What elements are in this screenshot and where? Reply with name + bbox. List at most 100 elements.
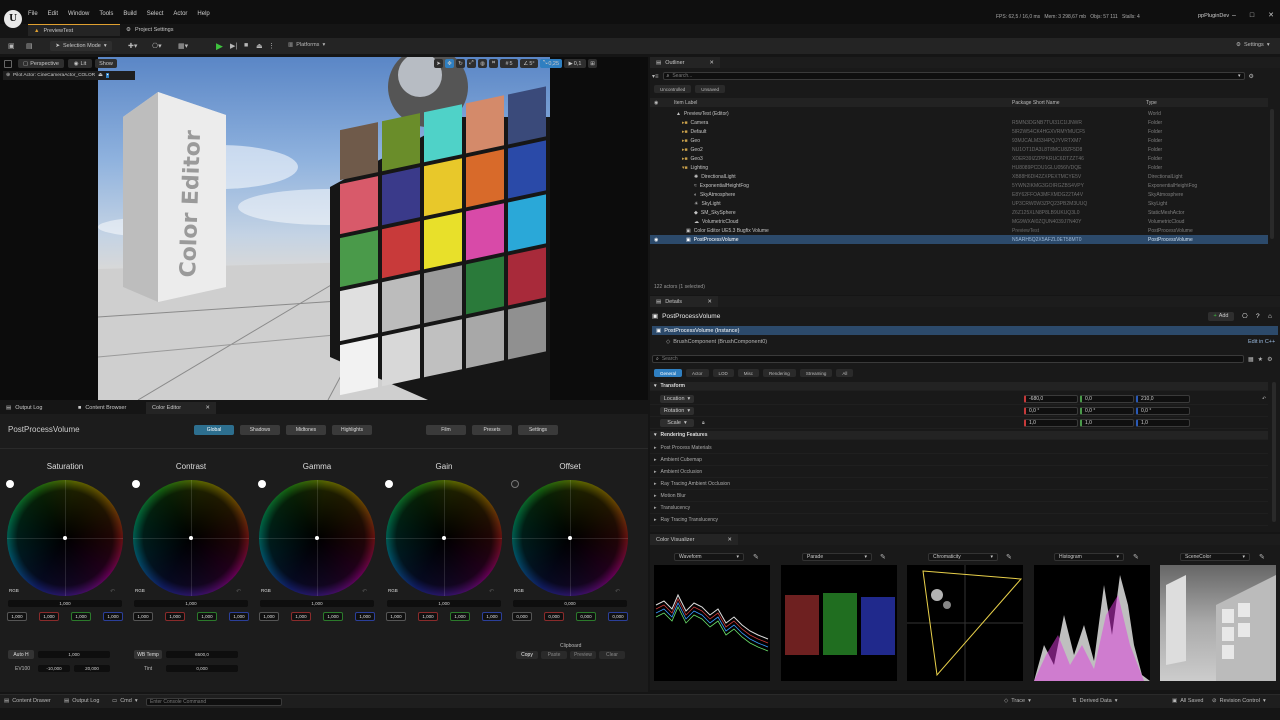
color-wheel[interactable]	[7, 480, 123, 596]
master-slider[interactable]: 1,000	[260, 600, 374, 607]
menu-file[interactable]: File	[28, 11, 38, 17]
outliner-search-input[interactable]: ⌕ Search... ▾	[662, 72, 1245, 80]
location-z[interactable]: 210,0	[1136, 394, 1190, 403]
move-tool-icon[interactable]: ✥	[445, 59, 454, 68]
channel-red[interactable]: 1,000	[39, 612, 59, 621]
show-button[interactable]: Show	[95, 59, 117, 68]
viewport[interactable]: Color Editor ▢ Perspective ◉ Lit Show ⊕ …	[0, 57, 648, 400]
filter-rendering[interactable]: Rendering	[763, 369, 796, 377]
color-wheel[interactable]	[512, 480, 628, 596]
wheel-toggle[interactable]	[511, 480, 519, 488]
tree-row-actor[interactable]: ≈ ExponentialHeightFog 5YWN2IKMG3GOIRGZBS4…	[650, 181, 1268, 190]
cmd-dropdown[interactable]: ▭ Cmd ▾	[112, 698, 138, 704]
scale-tool-icon[interactable]: ⤢	[467, 59, 476, 68]
presets-button[interactable]: Presets	[472, 425, 512, 435]
select-tool-icon[interactable]: ➤	[434, 59, 443, 68]
tree-row-actor[interactable]: ▣ Color Editor UE5.3 Bugfix Volume Preview…	[650, 226, 1268, 235]
camera-icon[interactable]: ▪	[105, 73, 110, 78]
visibility-icon[interactable]: ◉	[654, 100, 658, 106]
blueprint-icon[interactable]: ⎔▾	[152, 42, 162, 50]
minimize-icon[interactable]: –	[1232, 12, 1236, 19]
filter-general[interactable]: General	[654, 369, 683, 377]
wheel-toggle[interactable]	[132, 480, 140, 488]
filter-icon[interactable]: ▾≡	[652, 73, 659, 80]
scope-dropdown-waveform[interactable]: Waveform ▾	[674, 553, 744, 561]
outliner-scrollbar[interactable]	[1270, 109, 1274, 239]
filter-lod[interactable]: LOD	[712, 369, 734, 377]
rendering-features-header[interactable]: ▾ Rendering Features	[650, 431, 1268, 440]
tree-row-folder[interactable]: ▾■ Lighting HU8089PCDU1GLU056IVDQE Folder	[650, 163, 1268, 172]
wheel-handle[interactable]	[63, 536, 67, 540]
location-x[interactable]: -680,0	[1024, 394, 1078, 403]
wheel-handle[interactable]	[315, 536, 319, 540]
rotation-y[interactable]: 0,0 °	[1080, 406, 1134, 415]
menu-help[interactable]: Help	[197, 11, 209, 17]
tab-content-browser[interactable]: ■ Content Browser	[72, 402, 146, 414]
details-scrollbar[interactable]	[1272, 382, 1276, 522]
lit-button[interactable]: ◉ Lit	[68, 59, 92, 68]
col-type[interactable]: Type	[1146, 100, 1157, 106]
reset-icon[interactable]: ↶	[615, 588, 620, 595]
rotation-dropdown[interactable]: Rotation ▾	[660, 406, 694, 415]
eyedropper-icon[interactable]: ✎	[880, 553, 886, 561]
tree-row-selected[interactable]: ◉ ▣ PostProcessVolume N5ARH5Q2X5AFZL0ET58MT…	[650, 235, 1268, 244]
channel-red[interactable]: 1,000	[418, 612, 438, 621]
reset-icon[interactable]: ↶	[489, 588, 494, 595]
play-icon[interactable]: ▶	[216, 41, 223, 52]
color-wheel[interactable]	[259, 480, 375, 596]
skip-icon[interactable]: ▶|	[230, 42, 237, 50]
channel-blue[interactable]: 0,000	[608, 612, 628, 621]
maximize-icon[interactable]: □	[1250, 12, 1254, 19]
settings-icon[interactable]: ⚙	[1267, 356, 1272, 363]
channel-blue[interactable]: 1,000	[355, 612, 375, 621]
tree-row-folder[interactable]: ▸■ Geo3 XDER39IZZPPKRUC6DTZZT46 Folder	[650, 154, 1268, 163]
tree-row-actor[interactable]: ◆ SM_SkySphere Z6Z125XLN8P8LB9UKUQ3L0 Stati…	[650, 208, 1268, 217]
master-slider[interactable]: 1,000	[134, 600, 248, 607]
channel-master[interactable]: 1,000	[133, 612, 153, 621]
location-dropdown[interactable]: Location ▾	[660, 394, 694, 403]
menu-build[interactable]: Build	[123, 11, 136, 17]
tree-row-folder[interactable]: ▸■ Camera R5MN3DGNB7TUI31C1IJNWR Folder	[650, 118, 1268, 127]
reset-icon[interactable]: ↶	[110, 588, 115, 595]
scope-dropdown-parade[interactable]: Parade ▾	[802, 553, 872, 561]
lock-icon[interactable]: 🔒︎	[702, 420, 705, 426]
add-component-button[interactable]: + Add	[1208, 311, 1234, 321]
channel-master[interactable]: 1,000	[7, 612, 27, 621]
sequencer-icon[interactable]: ▦▾	[178, 42, 188, 50]
auto-h-slider[interactable]: 1,000	[38, 651, 110, 658]
scale-x[interactable]: 1,0	[1024, 418, 1078, 427]
col-item-label[interactable]: Item Label	[674, 100, 697, 106]
edit-cpp-link[interactable]: Edit in C++	[1248, 339, 1275, 345]
clear-button[interactable]: Clear	[599, 651, 625, 659]
tree-row-actor[interactable]: ☀ SkyLight UP3CRW0W3ZPQ23PB2M3UUQ SkyLight	[650, 199, 1268, 208]
unreal-logo-icon[interactable]: U	[4, 10, 22, 28]
content-icon[interactable]: ▤	[26, 42, 33, 50]
channel-master[interactable]: 1,000	[259, 612, 279, 621]
tab-project-settings[interactable]: ⚙ Project Settings	[120, 24, 216, 36]
rotate-tool-icon[interactable]: ↻	[456, 59, 465, 68]
color-wheel[interactable]	[133, 480, 249, 596]
derived-data-button[interactable]: ⇅ Derived Data ▾	[1072, 698, 1117, 704]
group-shadows[interactable]: Shadows	[240, 425, 280, 435]
copy-button[interactable]: Copy	[516, 651, 538, 659]
scale-snap-button[interactable]: ⤡ 0,25	[540, 59, 562, 68]
channel-green[interactable]: 1,000	[450, 612, 470, 621]
channel-green[interactable]: 1,000	[323, 612, 343, 621]
scope-dropdown-histogram[interactable]: Histogram ▾	[1054, 553, 1124, 561]
close-icon[interactable]: ✕	[727, 537, 732, 543]
feature-row[interactable]: ▸ Ambient Cubemap	[650, 454, 1268, 466]
tab-level[interactable]: ▲ PreviewTest	[28, 24, 120, 36]
feature-row[interactable]: ▸ Motion Blur	[650, 490, 1268, 502]
auto-h-button[interactable]: Auto H	[8, 650, 34, 659]
feature-row[interactable]: ▸ Ray Tracing Ambient Occlusion	[650, 478, 1268, 490]
surface-snap-icon[interactable]: ⌗	[489, 59, 498, 68]
viewport-menu-icon[interactable]	[4, 60, 12, 68]
scale-y[interactable]: 1,0	[1080, 418, 1134, 427]
platforms-button[interactable]: ▥ Platforms ▾	[288, 42, 325, 48]
filter-actor[interactable]: Actor	[686, 369, 709, 377]
close-icon[interactable]: ✕	[1268, 11, 1274, 19]
wheel-handle[interactable]	[189, 536, 193, 540]
channel-master[interactable]: 0,000	[512, 612, 532, 621]
filter-uncontrolled[interactable]: Uncontrolled	[654, 85, 692, 93]
channel-green[interactable]: 1,000	[71, 612, 91, 621]
